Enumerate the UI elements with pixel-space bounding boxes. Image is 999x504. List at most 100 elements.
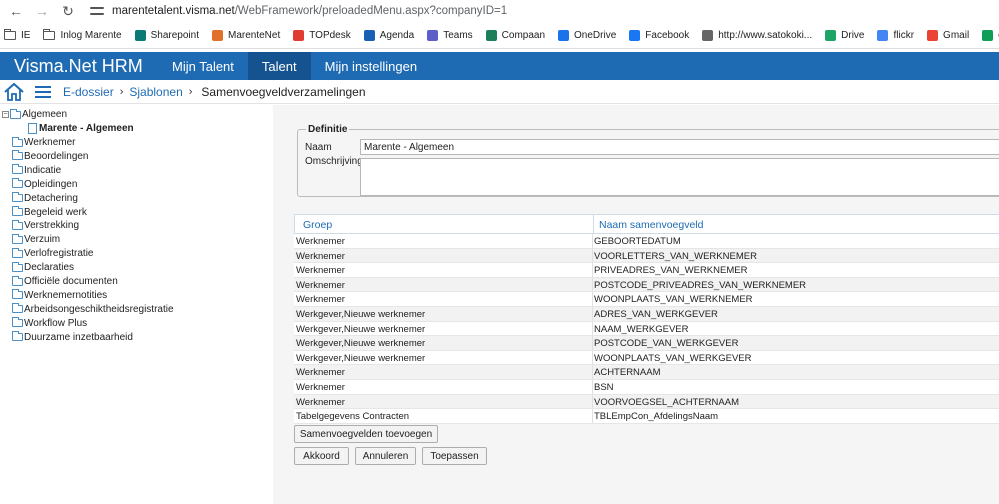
table-row[interactable]: Werknemer POSTCODE_PRIVEADRES_VAN_WERKNEM… — [294, 277, 999, 293]
column-header-groep[interactable]: Groep — [303, 219, 332, 231]
cell-groep: Werkgever,Nieuwe werknemer — [296, 352, 426, 364]
table-row[interactable]: Werknemer VOORLETTERS_VAN_WERKNEMER — [294, 248, 999, 264]
tree-node[interactable]: Arbeidsongeschiktheidsregistratie — [12, 303, 174, 316]
ok-button[interactable]: Akkoord — [294, 447, 349, 465]
bookmark-item[interactable]: http://www.satokoki... — [702, 29, 813, 41]
tab-mijn-talent[interactable]: Mijn Talent — [158, 52, 248, 80]
table-row[interactable]: Werknemer PRIVEADRES_VAN_WERKNEMER — [294, 263, 999, 278]
tree-node[interactable]: Werknemer — [12, 136, 76, 149]
url-host: marentetalent.visma.net — [112, 5, 235, 17]
cell-groep: Tabelgegevens Contracten — [296, 411, 410, 423]
tree-panel: − Algemeen Marente - Algemeen Werknemer B… — [0, 105, 273, 504]
tab-mijn-instellingen[interactable]: Mijn instellingen — [311, 52, 432, 80]
table-row[interactable]: Werknemer VOORVOEGSEL_ACHTERNAAM — [294, 394, 999, 410]
menu-icon[interactable] — [35, 85, 51, 98]
bookmark-item[interactable]: online posters — [982, 29, 999, 41]
bookmark-label: OneDrive — [574, 29, 617, 41]
table-row[interactable]: Werkgever,Nieuwe werknemer NAAM_WERKGEVER — [294, 321, 999, 337]
tree-node[interactable]: Indicatie — [12, 164, 61, 177]
cell-naam-samenvoegveld: BSN — [594, 381, 614, 393]
tree-node-selected[interactable]: Marente - Algemeen — [28, 122, 134, 135]
tree-node[interactable]: Workflow Plus — [12, 317, 87, 330]
bookmark-item[interactable]: OneDrive — [558, 29, 617, 41]
bookmark-item[interactable]: IE — [4, 28, 31, 41]
tree-node-label: Detachering — [24, 192, 78, 204]
tree-node[interactable]: Werknemernotities — [12, 289, 107, 302]
browser-address-bar: ← → ↻ marentetalent.visma.net/WebFramewo… — [0, 0, 999, 22]
table-row[interactable]: Werkgever,Nieuwe werknemer ADRES_VAN_WERK… — [294, 306, 999, 322]
bookmark-item[interactable]: MarenteNet — [211, 29, 280, 41]
cell-naam-samenvoegveld: WOONPLAATS_VAN_WERKGEVER — [594, 352, 752, 364]
bookmark-item[interactable]: Drive — [825, 29, 864, 41]
tree-node-label: Declaraties — [24, 262, 75, 274]
cell-groep: Werknemer — [296, 279, 345, 291]
tree-node[interactable]: Detachering — [12, 192, 78, 205]
bookmark-item[interactable]: TOPdesk — [293, 29, 351, 41]
url-path: /WebFramework/preloadedMenu.aspx?company… — [234, 5, 508, 17]
tree-node[interactable]: Duurzame inzetbaarheid — [12, 331, 133, 344]
add-merge-fields-button[interactable]: Samenvoegvelden toevoegen — [294, 425, 438, 443]
back-arrow-icon[interactable]: ← — [6, 3, 26, 19]
table-header: Groep Naam samenvoegveld — [294, 214, 999, 234]
name-field[interactable]: Marente - Algemeen — [360, 139, 999, 155]
tree-node-label: Verlofregistratie — [24, 248, 94, 260]
bookmark-item[interactable]: Gmail — [927, 29, 969, 41]
table-row[interactable]: Werkgever,Nieuwe werknemer POSTCODE_VAN_W… — [294, 336, 999, 351]
reload-icon[interactable]: ↻ — [58, 3, 78, 19]
topdesk-icon — [293, 29, 305, 41]
cancel-button[interactable]: Annuleren — [355, 447, 416, 465]
table-row[interactable]: Werkgever,Nieuwe werknemer WOONPLAATS_VAN… — [294, 350, 999, 366]
description-label: Omschrijving — [305, 156, 363, 167]
collapse-icon[interactable]: − — [2, 111, 9, 118]
bookmark-item[interactable]: Compaan — [485, 29, 546, 41]
folder-icon — [12, 233, 23, 244]
url-field[interactable]: marentetalent.visma.net/WebFramework/pre… — [90, 5, 507, 17]
tree-node-label: Duurzame inzetbaarheid — [24, 331, 133, 343]
bookmark-label: http://www.satokoki... — [718, 29, 813, 41]
app-header: Visma.Net HRM Mijn Talent Talent Mijn in… — [0, 52, 999, 80]
tree-node-label: Werknemernotities — [24, 289, 108, 301]
facebook-icon — [629, 29, 641, 41]
breadcrumb-sjablonen[interactable]: Sjablonen — [129, 85, 182, 99]
table-row[interactable]: Werknemer BSN — [294, 379, 999, 395]
home-icon[interactable] — [3, 82, 25, 102]
bookmark-item[interactable]: Sharepoint — [134, 29, 199, 41]
tree-node[interactable]: Verlofregistratie — [12, 247, 93, 260]
tree-node-label: Beoordelingen — [24, 150, 89, 162]
bookmark-item[interactable]: Inlog Marente — [43, 28, 122, 41]
tree-node[interactable]: Verzuim — [12, 233, 60, 246]
cell-groep: Werknemer — [296, 367, 345, 379]
bookmark-item[interactable]: Agenda — [363, 29, 414, 41]
folder-icon — [12, 247, 23, 258]
tree-node[interactable]: Opleidingen — [12, 178, 77, 191]
bookmark-item[interactable]: Teams — [427, 29, 473, 41]
table-row[interactable]: Werknemer WOONPLAATS_VAN_WERKNEMER — [294, 292, 999, 307]
column-header-naam[interactable]: Naam samenvoegveld — [599, 219, 703, 231]
cell-groep: Werkgever,Nieuwe werknemer — [296, 308, 426, 320]
site-settings-icon[interactable] — [90, 6, 104, 16]
tree-node-algemeen[interactable]: − Algemeen — [2, 108, 67, 121]
table-row[interactable]: Tabelgegevens Contracten TBLEmpCon_Afdeli… — [294, 409, 999, 424]
description-field[interactable] — [360, 158, 999, 196]
bookmarks-bar: IE Inlog Marente Sharepoint MarenteNet TOPde… — [0, 22, 999, 49]
table-row[interactable]: Werknemer ACHTERNAAM — [294, 365, 999, 380]
tab-talent[interactable]: Talent — [247, 52, 311, 80]
folder-icon — [12, 164, 23, 175]
bookmark-item[interactable]: flickr — [877, 29, 914, 41]
bookmark-label: IE — [21, 29, 31, 41]
forward-arrow-icon[interactable]: → — [32, 3, 52, 19]
bookmark-item[interactable]: Facebook — [629, 29, 689, 41]
apply-button[interactable]: Toepassen — [422, 447, 487, 465]
breadcrumb-edossier[interactable]: E-dossier — [63, 85, 114, 99]
tree-node[interactable]: Officiële documenten — [12, 275, 118, 288]
bookmark-label: Compaan — [501, 29, 546, 41]
table-row[interactable]: Werknemer GEBOORTEDATUM — [294, 234, 999, 249]
tree-node[interactable]: Beoordelingen — [12, 150, 89, 163]
tree-node[interactable]: Verstrekking — [12, 219, 79, 232]
tree-node[interactable]: Begeleid werk — [12, 206, 87, 219]
tree-node[interactable]: Declaraties — [12, 261, 74, 274]
folder-icon — [43, 28, 56, 40]
sharepoint-icon — [134, 29, 146, 41]
cell-groep: Werknemer — [296, 250, 345, 262]
tree-node-label: Werknemer — [24, 137, 76, 148]
